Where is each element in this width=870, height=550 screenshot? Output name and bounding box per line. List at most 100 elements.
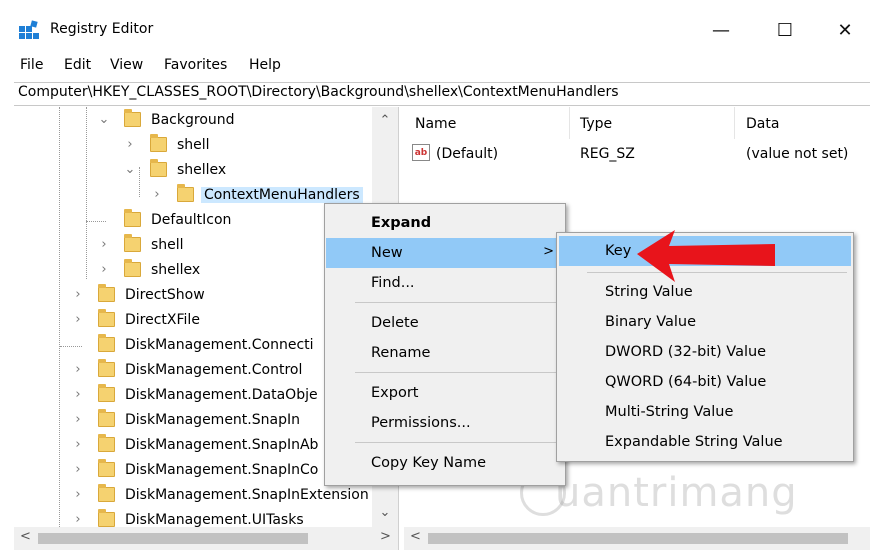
submenu-item-expandable-string-value[interactable]: Expandable String Value: [557, 427, 853, 457]
scroll-down-arrow-icon[interactable]: ⌄: [372, 505, 398, 520]
folder-icon: [98, 484, 115, 502]
tree-node-label: DiskManagement.SnapInAb: [125, 437, 319, 453]
tree-node-label: shell: [151, 237, 184, 253]
menu-item-label: Key: [605, 243, 632, 259]
menu-help[interactable]: Help: [249, 57, 281, 73]
tree-node-label: DiskManagement.SnapIn: [125, 412, 300, 428]
menu-item-label: Rename: [371, 345, 431, 361]
scroll-right-arrow-icon[interactable]: >: [380, 529, 391, 544]
menu-view[interactable]: View: [110, 57, 143, 73]
tree-node-label: Background: [151, 112, 235, 128]
expand-chevron-icon[interactable]: ›: [72, 487, 84, 502]
maximize-button[interactable]: ☐: [762, 14, 808, 46]
tree-node-label: DiskManagement.Connecti: [125, 337, 314, 353]
tree-node-label: shellex: [177, 162, 227, 178]
menu-item-expand[interactable]: Expand: [325, 208, 565, 238]
folder-icon: [150, 159, 167, 177]
expand-chevron-icon[interactable]: ›: [72, 412, 84, 427]
tree-horizontal-scrollbar[interactable]: < >: [14, 527, 398, 550]
expand-chevron-icon[interactable]: ›: [151, 187, 163, 202]
expand-chevron-icon[interactable]: ›: [72, 287, 84, 302]
menu-item-label: String Value: [605, 284, 693, 300]
folder-icon: [98, 509, 115, 527]
submenu-item-multi-string-value[interactable]: Multi-String Value: [557, 397, 853, 427]
menu-file[interactable]: File: [20, 57, 43, 73]
title-bar: Registry Editor — ☐ ✕: [0, 0, 870, 52]
tree-node-label: DiskManagement.DataObje: [125, 387, 318, 403]
expand-chevron-icon[interactable]: ›: [72, 512, 84, 527]
expand-chevron-icon[interactable]: ›: [72, 387, 84, 402]
string-value-icon: ab: [412, 144, 430, 161]
expand-chevron-icon[interactable]: ›: [124, 137, 136, 152]
folder-icon: [98, 409, 115, 427]
column-header-type[interactable]: Type: [580, 116, 612, 132]
menu-separator: [355, 372, 559, 373]
tree-node-label: DiskManagement.SnapInCo: [125, 462, 319, 478]
menu-item-new[interactable]: New >: [326, 238, 564, 268]
menu-separator: [355, 302, 559, 303]
column-divider[interactable]: [734, 107, 735, 139]
tree-guide-line: [139, 167, 140, 197]
list-horizontal-scrollbar[interactable]: <: [404, 527, 870, 550]
folder-icon: [98, 309, 115, 327]
expand-chevron-icon[interactable]: ›: [72, 362, 84, 377]
address-path[interactable]: Computer\HKEY_CLASSES_ROOT\Directory\Bac…: [18, 84, 619, 100]
tree-node-label: shellex: [151, 262, 201, 278]
tree-node-label: DefaultIcon: [151, 212, 232, 228]
submenu-arrow-icon: >: [543, 244, 554, 259]
menu-item-label: Copy Key Name: [371, 455, 487, 471]
tree-guide-line: [60, 346, 82, 347]
column-header-name[interactable]: Name: [415, 116, 456, 132]
expand-chevron-icon[interactable]: ›: [98, 237, 110, 252]
menu-favorites[interactable]: Favorites: [164, 57, 227, 73]
menu-item-find[interactable]: Find...: [325, 268, 565, 298]
submenu-item-dword-value[interactable]: DWORD (32-bit) Value: [557, 337, 853, 367]
menu-item-copy-key-name[interactable]: Copy Key Name: [325, 448, 565, 478]
window-title: Registry Editor: [50, 21, 154, 37]
folder-icon: [98, 459, 115, 477]
scroll-thumb[interactable]: [38, 533, 308, 544]
column-divider[interactable]: [569, 107, 570, 139]
context-menu: Expand New > Find... Delete Rename Expor…: [324, 203, 566, 486]
minimize-button[interactable]: —: [698, 14, 744, 46]
folder-icon: [124, 209, 141, 227]
address-bar[interactable]: Computer\HKEY_CLASSES_ROOT\Directory\Bac…: [14, 82, 870, 106]
scroll-left-arrow-icon[interactable]: <: [410, 529, 421, 544]
scroll-thumb[interactable]: [428, 533, 848, 544]
tree-guide-line: [86, 107, 87, 279]
menu-item-permissions[interactable]: Permissions...: [325, 408, 565, 438]
tree-guide-line: [86, 221, 106, 222]
folder-icon: [98, 384, 115, 402]
expand-chevron-icon[interactable]: ›: [72, 462, 84, 477]
menu-bar: File Edit View Favorites Help: [0, 52, 870, 79]
value-name-cell[interactable]: (Default): [436, 146, 498, 162]
scroll-left-arrow-icon[interactable]: <: [20, 529, 31, 544]
menu-item-delete[interactable]: Delete: [325, 308, 565, 338]
tree-node-label: DiskManagement.SnapInExtension: [125, 487, 369, 503]
folder-icon: [98, 434, 115, 452]
tree-node-label: DirectShow: [125, 287, 205, 303]
submenu-item-qword-value[interactable]: QWORD (64-bit) Value: [557, 367, 853, 397]
value-type-cell: REG_SZ: [580, 146, 635, 162]
close-button[interactable]: ✕: [822, 14, 868, 46]
menu-item-rename[interactable]: Rename: [325, 338, 565, 368]
menu-item-label: DWORD (32-bit) Value: [605, 344, 767, 360]
folder-icon: [177, 184, 194, 202]
column-header-data[interactable]: Data: [746, 116, 779, 132]
menu-edit[interactable]: Edit: [64, 57, 91, 73]
watermark-text: uantrimang: [555, 470, 798, 516]
folder-icon: [98, 334, 115, 352]
menu-item-label: Expandable String Value: [605, 434, 783, 450]
expand-chevron-icon[interactable]: ›: [72, 437, 84, 452]
collapse-chevron-icon[interactable]: ⌄: [98, 112, 110, 127]
folder-icon: [98, 284, 115, 302]
expand-chevron-icon[interactable]: ›: [72, 312, 84, 327]
menu-item-export[interactable]: Export: [325, 378, 565, 408]
submenu-item-binary-value[interactable]: Binary Value: [557, 307, 853, 337]
scroll-up-arrow-icon[interactable]: ⌃: [372, 113, 398, 128]
menu-separator: [355, 442, 559, 443]
collapse-chevron-icon[interactable]: ⌄: [124, 162, 136, 177]
folder-icon: [124, 109, 141, 127]
tree-node-label: DirectXFile: [125, 312, 200, 328]
expand-chevron-icon[interactable]: ›: [98, 262, 110, 277]
